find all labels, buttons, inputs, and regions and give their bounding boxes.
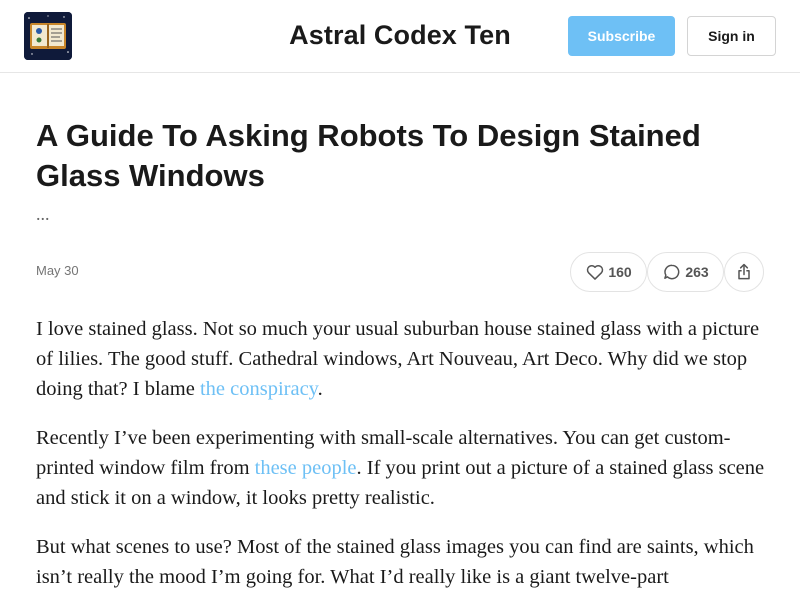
paragraph: Recently I’ve been experimenting with sm…	[36, 423, 766, 513]
open-book-logo-icon[interactable]	[24, 12, 72, 60]
subscribe-button[interactable]: Subscribe	[568, 16, 675, 56]
post-date: May 30	[36, 263, 79, 278]
paragraph-text: I love stained glass. Not so much your u…	[36, 318, 760, 400]
these-people-link[interactable]: these people	[255, 457, 357, 479]
paragraph-text: But what scenes to use? Most of the stai…	[36, 536, 754, 588]
like-button[interactable]: 160	[570, 252, 647, 292]
post-subtitle: ...	[36, 204, 50, 224]
comments-button[interactable]: 263	[647, 252, 724, 292]
site-title[interactable]: Astral Codex Ten	[0, 20, 800, 51]
the-conspiracy-link[interactable]: the conspiracy	[200, 378, 318, 400]
top-bar: Astral Codex Ten Subscribe Sign in	[0, 0, 800, 73]
comment-bubble-icon	[662, 262, 682, 282]
paragraph: I love stained glass. Not so much your u…	[36, 314, 766, 404]
sign-in-button[interactable]: Sign in	[687, 16, 776, 56]
like-count: 160	[608, 264, 632, 280]
heart-icon	[585, 262, 605, 282]
post-title: A Guide To Asking Robots To Design Stain…	[36, 118, 701, 193]
post-body: I love stained glass. Not so much your u…	[36, 314, 766, 600]
share-icon	[734, 262, 754, 282]
comment-count: 263	[685, 264, 709, 280]
paragraph: But what scenes to use? Most of the stai…	[36, 532, 766, 592]
share-button[interactable]	[724, 252, 764, 292]
paragraph-text: .	[317, 378, 323, 400]
